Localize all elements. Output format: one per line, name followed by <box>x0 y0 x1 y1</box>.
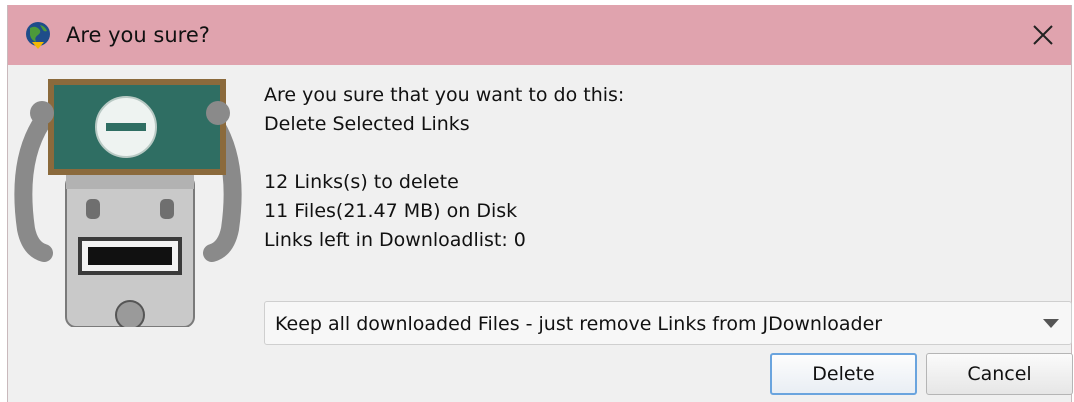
action-text: Delete Selected Links <box>264 113 470 135</box>
jdownloader-globe-icon <box>26 22 50 49</box>
question-text: Are you sure that you want to do this: <box>264 84 625 106</box>
dialog-title: Are you sure? <box>66 23 210 47</box>
files-on-disk-text: 11 Files(21.47 MB) on Disk <box>264 200 518 222</box>
chevron-down-icon <box>1043 319 1059 328</box>
robot-holding-sign-illustration <box>14 79 242 327</box>
delete-button[interactable]: Delete <box>770 353 917 395</box>
title-bar: Are you sure? <box>8 5 1071 65</box>
links-to-delete-text: 12 Links(s) to delete <box>264 171 459 193</box>
confirmation-message: Are you sure that you want to do this: D… <box>264 81 624 255</box>
delete-mode-dropdown[interactable]: Keep all downloaded Files - just remove … <box>264 301 1072 345</box>
links-left-text: Links left in Downloadlist: 0 <box>264 229 526 251</box>
confirm-dialog: Are you sure? Are you sure that you want… <box>7 5 1073 402</box>
close-icon <box>1033 25 1053 45</box>
close-button[interactable] <box>1021 13 1065 57</box>
delete-mode-selected: Keep all downloaded Files - just remove … <box>275 313 883 335</box>
cancel-button[interactable]: Cancel <box>926 353 1073 395</box>
